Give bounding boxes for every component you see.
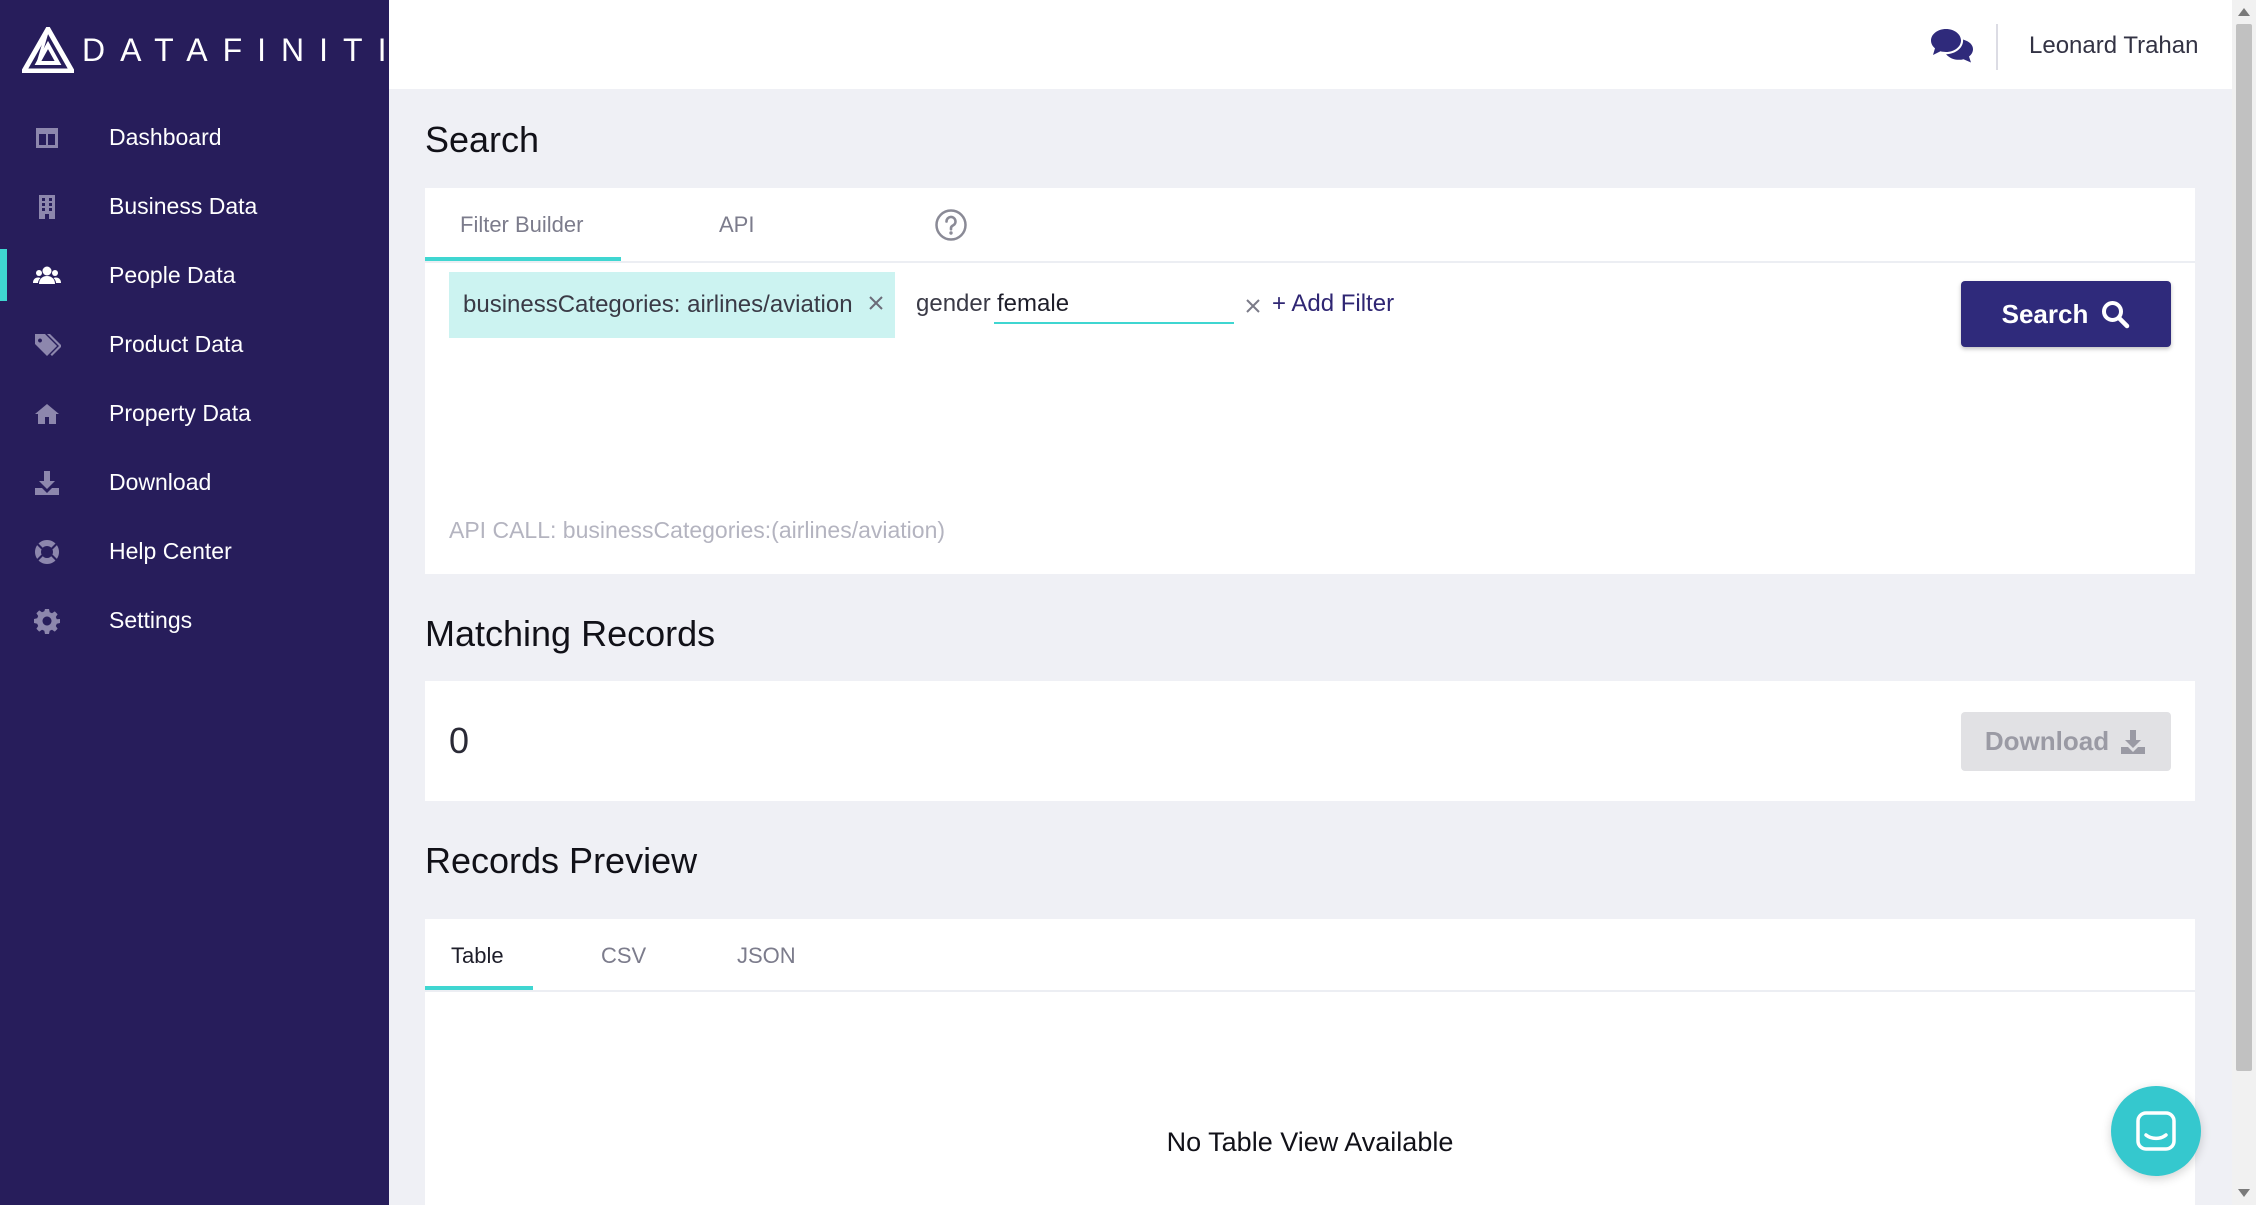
empty-table-message: No Table View Available bbox=[1166, 1127, 1454, 1157]
sidebar-item-people-data[interactable]: People Data bbox=[0, 241, 389, 310]
sidebar-item-dashboard[interactable]: Dashboard bbox=[0, 103, 389, 172]
tab-divider bbox=[425, 261, 2195, 263]
download-icon bbox=[2121, 729, 2146, 754]
download-button-label: Download bbox=[1984, 726, 2110, 756]
building-icon bbox=[32, 192, 62, 222]
help-icon[interactable] bbox=[934, 208, 968, 242]
dashboard-icon bbox=[32, 123, 62, 153]
records-preview-title: Records Preview bbox=[425, 840, 698, 881]
scroll-down-arrow-icon[interactable] bbox=[2238, 1189, 2250, 1197]
sidebar-item-download[interactable]: Download bbox=[0, 448, 389, 517]
sidebar-item-property-data[interactable]: Property Data bbox=[0, 379, 389, 448]
matching-records-title: Matching Records bbox=[425, 613, 716, 654]
users-icon bbox=[32, 261, 62, 291]
tab-csv[interactable]: CSV bbox=[601, 943, 646, 969]
tab-table[interactable]: Table bbox=[451, 943, 504, 969]
filter-chip-label: businessCategories: airlines/aviation bbox=[463, 291, 853, 318]
user-menu[interactable]: Leonard Trahan bbox=[2029, 32, 2198, 60]
clear-filter-icon[interactable] bbox=[1244, 297, 1262, 315]
sidebar-item-label: Property Data bbox=[109, 400, 251, 426]
sidebar-item-label: People Data bbox=[109, 262, 236, 288]
record-count: 0 bbox=[449, 720, 470, 761]
tab-filter-builder[interactable]: Filter Builder bbox=[460, 212, 583, 238]
sidebar-item-product-data[interactable]: Product Data bbox=[0, 310, 389, 379]
sidebar-item-label: Help Center bbox=[109, 538, 232, 564]
download-icon bbox=[32, 468, 62, 498]
remove-filter-icon[interactable] bbox=[867, 294, 885, 312]
sidebar: DATAFINITI Dashboard Business Data Peopl… bbox=[0, 0, 389, 1205]
records-preview-card bbox=[425, 919, 2195, 1205]
tab-api[interactable]: API bbox=[719, 212, 754, 238]
filter-field-label: gender bbox=[916, 290, 991, 317]
life-ring-icon bbox=[32, 537, 62, 567]
messenger-icon bbox=[2136, 1111, 2176, 1151]
tags-icon bbox=[32, 330, 62, 360]
sidebar-item-label: Settings bbox=[109, 607, 193, 633]
messenger-launcher[interactable] bbox=[2111, 1086, 2201, 1176]
filter-value-input[interactable] bbox=[994, 286, 1234, 324]
api-call-text: API CALL: businessCategories:(airlines/a… bbox=[449, 517, 946, 543]
home-icon bbox=[32, 399, 62, 429]
tab-divider bbox=[425, 990, 2195, 992]
logo-mark-icon bbox=[22, 27, 74, 73]
sidebar-item-business-data[interactable]: Business Data bbox=[0, 172, 389, 241]
search-button[interactable]: Search bbox=[1961, 281, 2171, 347]
sidebar-item-label: Business Data bbox=[109, 193, 258, 219]
brand-name: DATAFINITI bbox=[82, 31, 402, 68]
filter-chip[interactable]: businessCategories: airlines/aviation bbox=[449, 272, 895, 338]
page-scrollbar[interactable] bbox=[2232, 0, 2256, 1205]
chat-icon[interactable] bbox=[1930, 27, 1974, 65]
sidebar-item-settings[interactable]: Settings bbox=[0, 586, 389, 655]
brand-logo[interactable]: DATAFINITI bbox=[22, 26, 401, 74]
sidebar-item-label: Product Data bbox=[109, 331, 244, 357]
sidebar-item-label: Dashboard bbox=[109, 124, 222, 150]
search-button-label: Search bbox=[2001, 298, 2089, 329]
search-section-title: Search bbox=[425, 119, 540, 160]
tab-json[interactable]: JSON bbox=[737, 943, 796, 969]
sidebar-item-help-center[interactable]: Help Center bbox=[0, 517, 389, 586]
download-button[interactable]: Download bbox=[1961, 712, 2171, 771]
search-icon bbox=[2102, 301, 2130, 329]
sidebar-item-label: Download bbox=[109, 469, 212, 495]
scrollbar-thumb[interactable] bbox=[2236, 24, 2252, 1071]
scroll-up-arrow-icon[interactable] bbox=[2238, 8, 2250, 16]
matching-records-card bbox=[425, 681, 2195, 801]
topbar-divider bbox=[1996, 24, 1998, 70]
add-filter-link[interactable]: + Add Filter bbox=[1272, 290, 1394, 318]
top-bar: Leonard Trahan bbox=[389, 0, 2232, 89]
gear-icon bbox=[32, 606, 62, 636]
sidebar-nav: Dashboard Business Data People Data Prod… bbox=[0, 103, 389, 655]
